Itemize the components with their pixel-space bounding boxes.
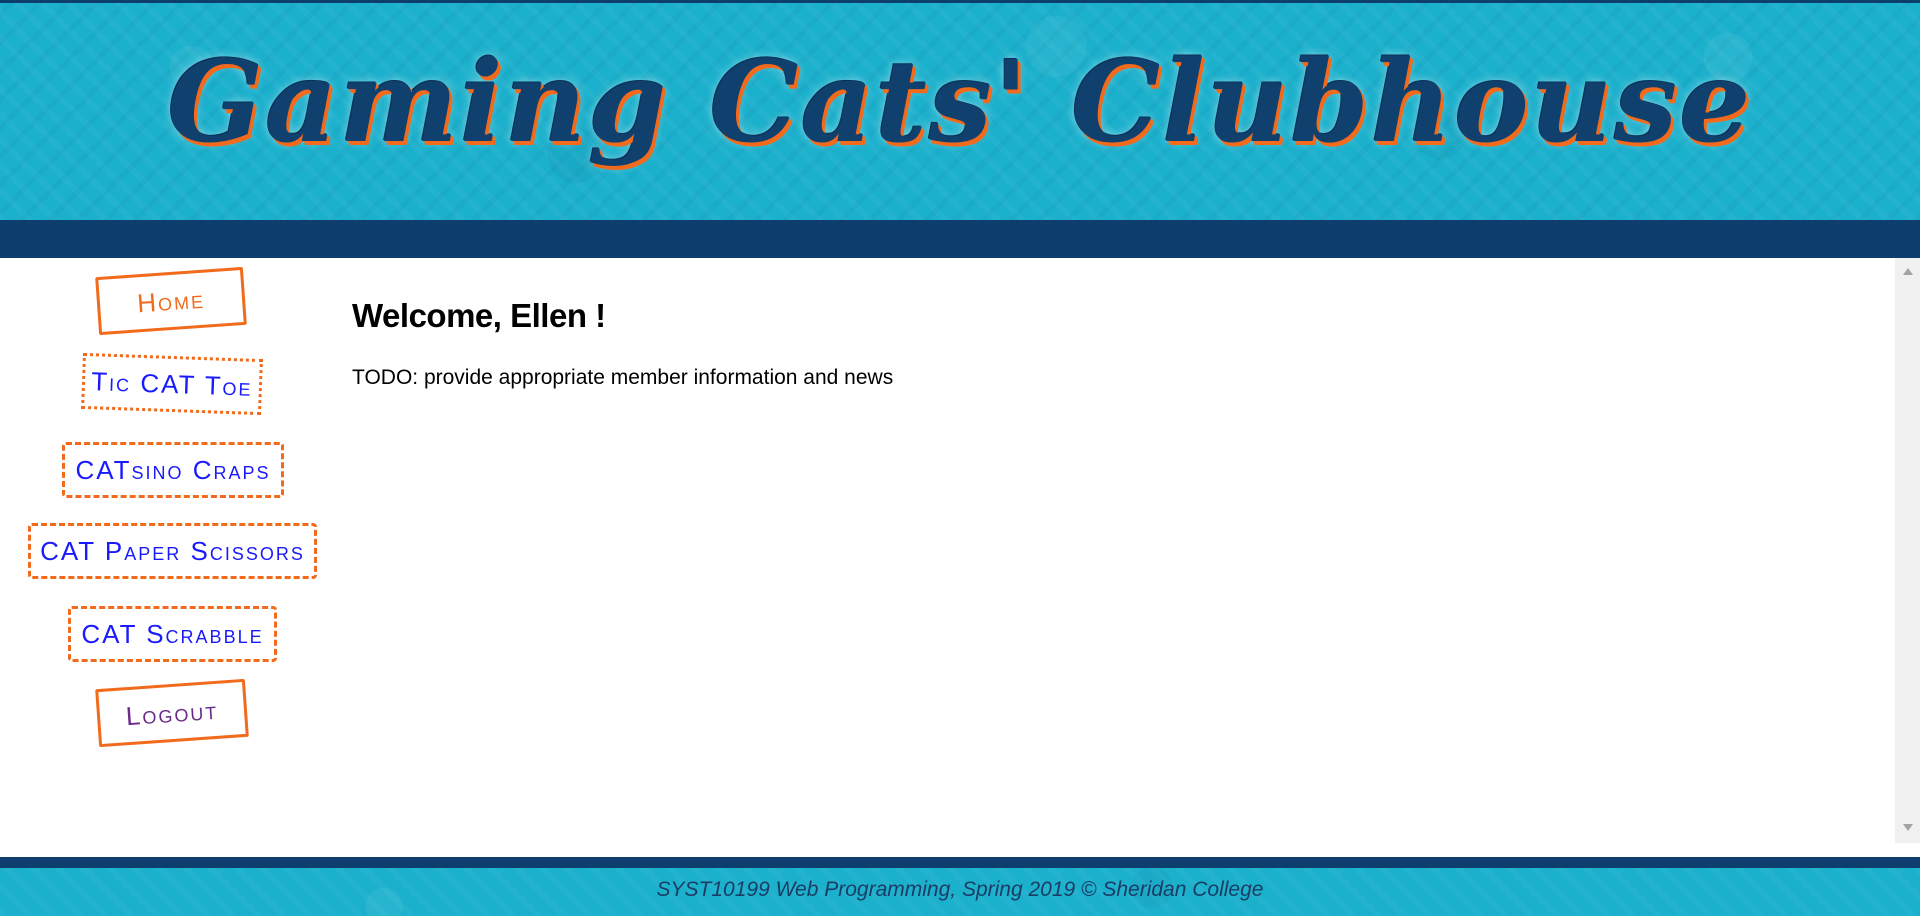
page: Gaming Cats' Clubhouse Home Tic CAT Toe … (0, 0, 1920, 916)
site-header: Gaming Cats' Clubhouse (0, 0, 1920, 220)
sidebar-nav: Home Tic CAT Toe CATsino Craps CAT Paper… (0, 258, 345, 858)
site-footer: SYST10199 Web Programming, Spring 2019 ©… (0, 857, 1920, 916)
footer-copyright: SYST10199 Web Programming, Spring 2019 ©… (656, 878, 1264, 901)
nav-catsino-craps-button[interactable]: CATsino Craps (62, 442, 284, 498)
header-divider-bar (0, 220, 1920, 258)
todo-message: TODO: provide appropriate member informa… (352, 366, 894, 389)
nav-home-button[interactable]: Home (95, 266, 247, 336)
nav-cat-scrabble-button[interactable]: CAT Scrabble (68, 606, 277, 662)
nav-cat-paper-scissors-button[interactable]: CAT Paper Scissors (28, 523, 317, 579)
site-title: Gaming Cats' Clubhouse (167, 37, 1753, 168)
nav-tic-cat-toe-button[interactable]: Tic CAT Toe (81, 352, 263, 416)
welcome-heading: Welcome, Ellen ! (352, 297, 606, 334)
vertical-scrollbar[interactable] (1895, 258, 1920, 843)
main-content: Welcome, Ellen ! TODO: provide appropria… (352, 258, 1892, 858)
nav-logout-button[interactable]: Logout (95, 678, 249, 748)
scroll-up-arrow-icon[interactable] (1903, 268, 1913, 275)
scroll-down-arrow-icon[interactable] (1903, 824, 1913, 831)
